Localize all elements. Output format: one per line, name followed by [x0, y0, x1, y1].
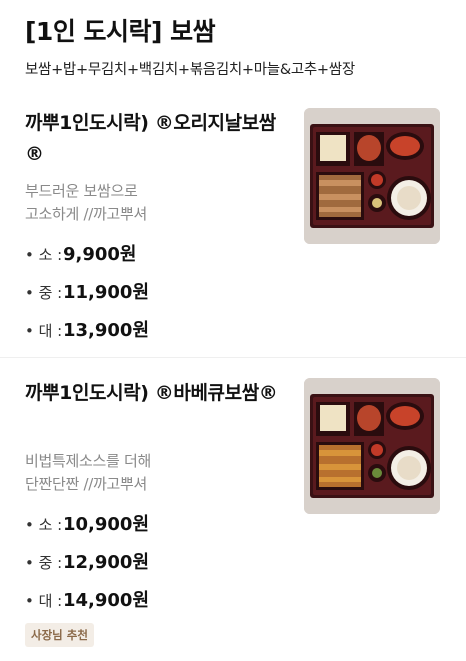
size-label: • 중 :	[25, 554, 63, 572]
price-value: 11,900원	[63, 282, 150, 303]
description-line: 단짠단짠 //까고뿌셔	[25, 475, 147, 493]
item-divider	[0, 357, 466, 358]
price-row-large: • 대 : 14,900원	[25, 586, 149, 612]
description-line: 고소하게 //까고뿌셔	[25, 205, 147, 223]
price-value: 13,900원	[63, 320, 150, 341]
lunchbox-image	[304, 378, 440, 514]
size-label: • 대 :	[25, 322, 63, 340]
menu-item-photo[interactable]	[304, 108, 440, 244]
price-row-medium: • 중 : 12,900원	[25, 548, 149, 574]
price-value: 9,900원	[63, 244, 137, 265]
category-title: [1인 도시락] 보쌈	[25, 17, 216, 46]
size-label: • 소 :	[25, 246, 63, 264]
menu-item-description: 부드러운 보쌈으로 고소하게 //까고뿌셔	[25, 180, 285, 226]
price-value: 12,900원	[63, 552, 150, 573]
menu-item-photo[interactable]	[304, 378, 440, 514]
price-value: 10,900원	[63, 514, 150, 535]
price-row-medium: • 중 : 11,900원	[25, 278, 149, 304]
menu-item-name: 까뿌1인도시락) ®오리지날보쌈®	[25, 112, 276, 165]
size-label: • 소 :	[25, 516, 63, 534]
size-label: • 중 :	[25, 284, 63, 302]
menu-item-description: 비법특제소스를 더해 단짠단짠 //까고뿌셔	[25, 450, 285, 496]
price-row-small: • 소 : 10,900원	[25, 510, 149, 536]
lunchbox-image	[304, 108, 440, 244]
menu-item-name: 까뿌1인도시락) ®바베큐보쌈®	[25, 382, 278, 404]
size-label: • 대 :	[25, 592, 63, 610]
owner-recommend-badge: 사장님 추천	[25, 623, 94, 647]
category-description: 보쌈+밥+무김치+백김치+볶음김치+마늘&고추+쌈장	[25, 62, 355, 78]
description-line: 비법특제소스를 더해	[25, 452, 151, 470]
price-row-small: • 소 : 9,900원	[25, 240, 137, 266]
price-value: 14,900원	[63, 590, 150, 611]
price-row-large: • 대 : 13,900원	[25, 316, 149, 342]
description-line: 부드러운 보쌈으로	[25, 182, 138, 200]
